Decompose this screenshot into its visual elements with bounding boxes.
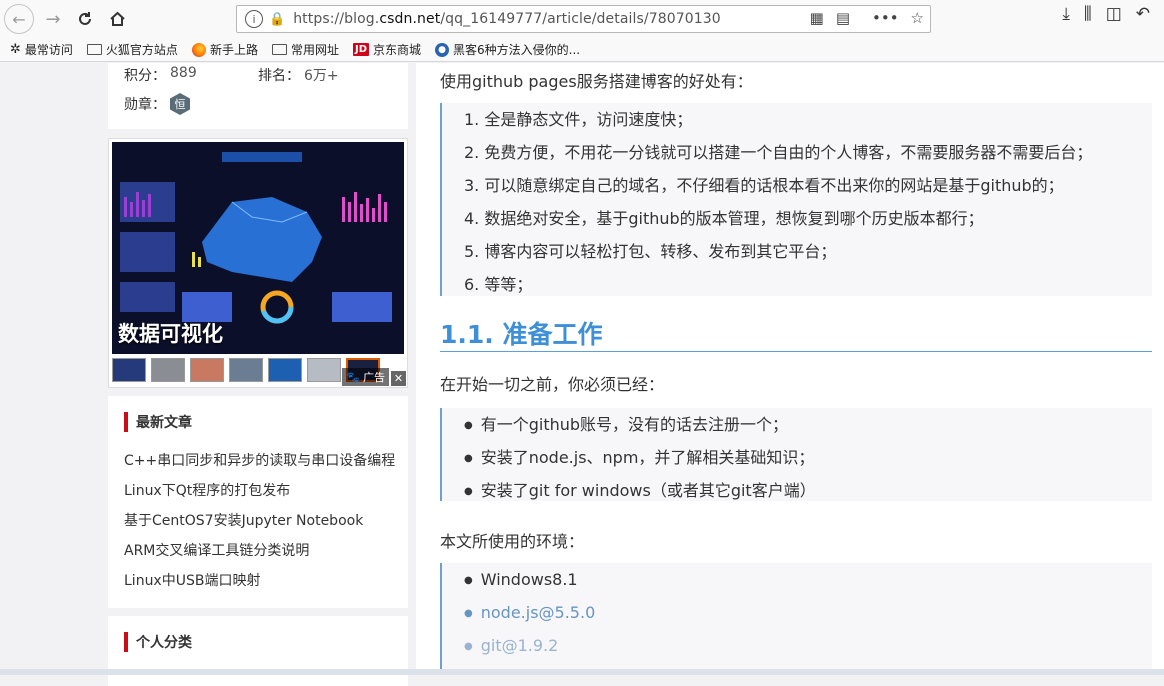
url-text[interactable]: https://blog.csdn.net/qq_16149777/articl… [293,11,721,27]
address-bar[interactable]: i 🔒 https://blog.csdn.net/qq_16149777/ar… [236,5,931,33]
recent-articles-card: 最新文章 C++串口同步和异步的读取与串口设备编程 Linux下Qt程序的打包发… [108,396,408,608]
download-icon[interactable]: ⤓ [1062,4,1070,24]
bookmark-getting-started[interactable]: 新手上路 [191,41,258,58]
prereq-item: 安装了node.js、npm，并了解相关基础知识； [464,441,1152,474]
bookmark-most-visited[interactable]: ✲ 最常访问 [10,41,73,58]
recent-article-link[interactable]: Linux中USB端口映射 [124,571,395,601]
more-actions-icon[interactable]: ••• [872,9,899,27]
back-button[interactable]: ← [4,4,34,34]
ad-image[interactable]: 数据可视化 [112,142,404,354]
ad-caption: 数据可视化 [118,322,223,346]
recent-article-link[interactable]: C++串口同步和异步的读取与串口设备编程 [124,451,395,481]
ad-thumbnails [112,358,380,382]
globe-icon: ● [435,42,450,57]
benefit-item: 6. 等等； [464,275,533,294]
prereq-list: 有一个github账号，没有的话去注册一个； 安装了node.js、npm，并了… [442,408,1152,507]
env-intro: 本文所使用的环境： [440,532,585,551]
ad-label[interactable]: 🐾 广告 [342,368,389,386]
jd-icon: JD [352,43,369,56]
reload-icon [79,12,91,25]
info-icon[interactable]: i [245,10,263,28]
benefit-item: 2. 免费方便，不用花一分钱就可以搭建一个自由的个人博客，不需要服务器不需要后台… [464,143,1093,162]
benefit-item: 5. 博客内容可以轻松打包、转移、发布到其它平台； [464,242,837,261]
score-value: 889 [170,65,197,81]
medal-badge[interactable]: 恒 [170,93,190,115]
recent-article-link[interactable]: ARM交叉编译工具链分类说明 [124,541,395,571]
home-button[interactable] [102,4,132,34]
medal-label: 勋章： [124,97,166,113]
forward-button[interactable]: → [38,4,68,34]
prereq-item: 安装了git for windows（或者其它git客户端） [464,474,1152,507]
ad-thumb[interactable] [307,358,341,382]
ad-thumb[interactable] [229,358,263,382]
folder-icon [271,44,287,55]
profile-stats-card: 积分： 889 排名： 6万+ 勋章： 恒 [108,63,408,129]
article-body: 使用github pages服务搭建博客的好处有： 1. 全是静态文件，访问速度… [416,63,1164,675]
page-content: 积分： 889 排名： 6万+ 勋章： 恒 数据可视化 🐾 广告 ✕ 最新文章 … [0,63,1164,686]
bookmark-firefox-site[interactable]: 火狐官方站点 [86,41,178,58]
firefox-icon [191,42,206,57]
home-icon [109,11,125,26]
bookmark-hacker[interactable]: ● 黑客6种方法入侵你的... [435,41,580,58]
rank-value: 6万+ [304,68,339,84]
reader-view-icon[interactable]: ▤ [836,9,850,27]
lock-icon[interactable]: 🔒 [269,12,285,27]
benefit-item: 4. 数据绝对安全，基于github的版本管理，想恢复到哪个历史版本都行； [464,209,984,228]
category-card: 个人分类 [108,616,408,686]
ad-thumb[interactable] [190,358,224,382]
horizontal-scrollbar[interactable] [0,669,1164,675]
recent-article-link[interactable]: 基于CentOS7安装Jupyter Notebook [124,511,395,541]
benefit-item: 1. 全是静态文件，访问速度快； [464,110,693,129]
bookmark-common-sites[interactable]: 常用网址 [271,41,339,58]
ad-thumb[interactable] [151,358,185,382]
gear-icon: ✲ [10,42,21,57]
ad-thumb[interactable] [268,358,302,382]
score-label: 积分： [124,68,166,84]
ad-thumb[interactable] [112,358,146,382]
ad-banner[interactable]: 数据可视化 🐾 广告 ✕ [108,138,408,388]
env-item-link[interactable]: node.js@5.5.0 [464,596,1152,629]
rank-label: 排名： [258,68,300,84]
benefits-list: 1. 全是静态文件，访问速度快； 2. 免费方便，不用花一分钱就可以搭建一个自由… [442,103,1152,301]
bookmark-jd[interactable]: JD 京东商城 [352,41,421,58]
recent-list: C++串口同步和异步的读取与串口设备编程 Linux下Qt程序的打包发布 基于C… [124,451,395,601]
paw-icon: 🐾 [346,370,360,384]
bookmark-star-icon[interactable]: ☆ [911,9,924,27]
benefits-intro: 使用github pages服务搭建博客的好处有： [440,72,753,91]
folder-icon [86,44,102,55]
qrcode-icon[interactable]: ▦ [810,9,824,27]
env-list: Windows8.1 node.js@5.5.0 git@1.9.2 [442,563,1152,662]
recent-title: 最新文章 [124,412,192,432]
ad-close-button[interactable]: ✕ [391,371,406,386]
undo-icon[interactable]: ↶ [1136,4,1150,24]
env-item: Windows8.1 [464,563,1152,596]
library-icon[interactable]: ⫼ [1084,4,1092,24]
section-heading: 1.1. 准备工作 [440,318,1152,352]
benefits-blockquote: 1. 全是静态文件，访问速度快； 2. 免费方便，不用花一分钱就可以搭建一个自由… [440,103,1152,296]
env-item-link[interactable]: git@1.9.2 [464,629,1152,662]
prereq-intro: 在开始一切之前，你必须已经： [440,375,665,394]
reload-button[interactable] [70,4,100,34]
bookmarks-bar: ✲ 最常访问 火狐官方站点 新手上路 常用网址 JD 京东商城 ● 黑客6种方法入侵你… [0,38,1164,62]
category-title: 个人分类 [124,632,192,652]
recent-article-link[interactable]: Linux下Qt程序的打包发布 [124,481,395,511]
env-blockquote: Windows8.1 node.js@5.5.0 git@1.9.2 [440,563,1152,675]
benefit-item: 3. 可以随意绑定自己的域名，不仔细看的话根本看不出来你的网站是基于github… [464,176,1064,195]
prereq-item: 有一个github账号，没有的话去注册一个； [464,408,1152,441]
prereq-blockquote: 有一个github账号，没有的话去注册一个； 安装了node.js、npm，并了… [440,408,1152,501]
browser-toolbar: ← → i 🔒 https://blog.csdn.net/qq_1614977… [0,0,1164,38]
sidebar-icon[interactable]: ◫ [1106,4,1122,24]
